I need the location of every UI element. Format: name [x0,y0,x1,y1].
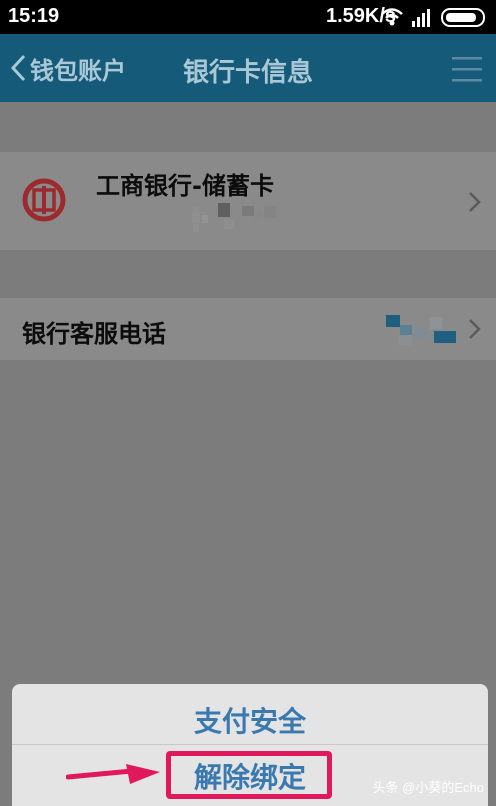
chevron-right-icon [469,319,481,339]
phone-number-masked [386,315,456,345]
bank-card-name: 工商银行-储蓄卡 [96,172,274,200]
pay-security-button[interactable]: 支付安全 [12,700,488,740]
service-phone-label: 银行客服电话 [22,320,166,348]
signal-icon [412,9,430,27]
header-bar: 钱包账户 银行卡信息 [0,34,496,102]
status-bar: 15:19 1.59K/s [0,0,496,34]
status-icons [381,8,485,27]
sheet-divider [12,744,488,745]
chevron-right-icon [469,192,481,212]
wifi-icon [381,8,403,26]
watermark: 头条 @小葵的Echo [372,780,484,795]
status-time: 15:19 [8,5,60,27]
menu-icon[interactable] [452,54,482,84]
icbc-logo-icon [22,178,66,222]
annotation-arrow-icon [66,764,160,784]
annotation-highlight-box [166,751,332,799]
page-title: 银行卡信息 [182,58,313,88]
battery-icon [441,8,485,27]
card-number-masked [192,203,276,232]
